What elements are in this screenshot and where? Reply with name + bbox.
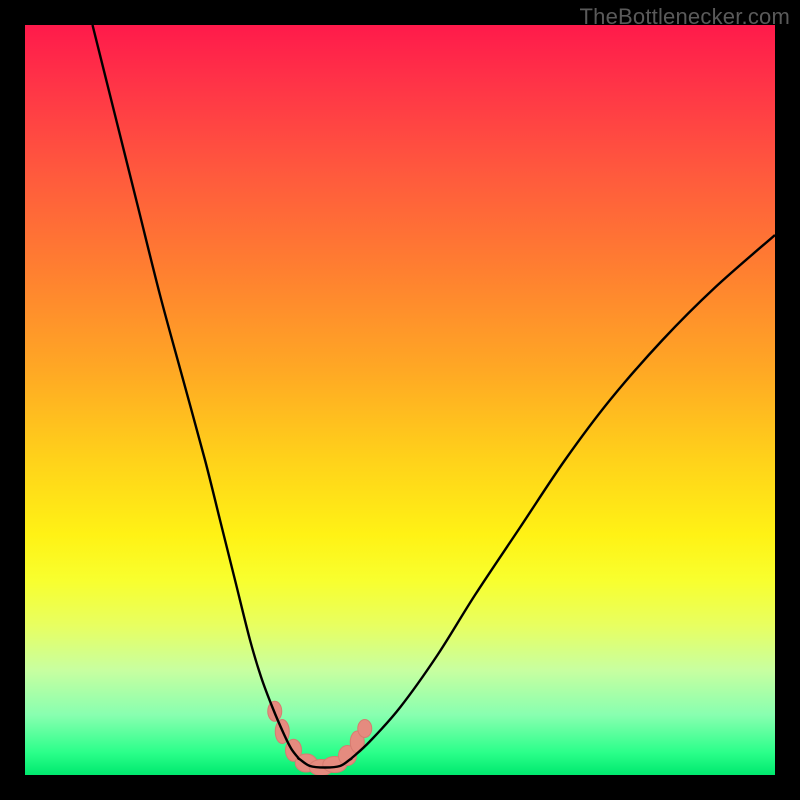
valley-marker-group [268,701,372,775]
bottleneck-curve-layer [25,25,775,775]
valley-marker [358,720,372,738]
chart-plot-area [25,25,775,775]
bottleneck-curve [93,25,776,768]
